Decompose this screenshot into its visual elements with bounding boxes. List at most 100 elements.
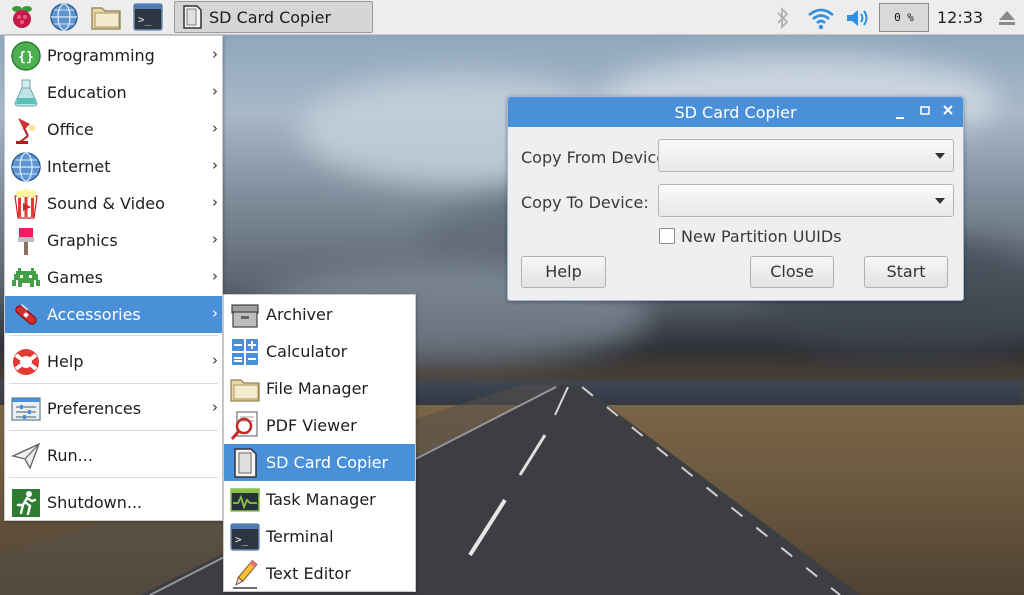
menu-separator bbox=[9, 383, 218, 384]
bluetooth-icon[interactable] bbox=[770, 0, 796, 35]
submenu-item-label: Calculator bbox=[266, 342, 348, 361]
web-browser-icon[interactable] bbox=[48, 1, 80, 33]
raspberry-menu-icon[interactable] bbox=[6, 1, 38, 33]
volume-icon[interactable] bbox=[843, 0, 873, 35]
menu-item-label: Games bbox=[47, 268, 103, 287]
new-partition-uuids-label[interactable]: New Partition UUIDs bbox=[681, 227, 842, 246]
menu-separator bbox=[9, 430, 218, 431]
chevron-right-icon: › bbox=[212, 267, 218, 285]
accessories-icon bbox=[15, 303, 37, 325]
submenu-item-file-manager[interactable]: File Manager bbox=[224, 370, 415, 407]
menu-item-label: Help bbox=[47, 352, 84, 371]
menu-item-office[interactable]: Office › bbox=[5, 111, 222, 148]
minimize-icon[interactable] bbox=[891, 106, 911, 126]
internet-icon bbox=[11, 152, 41, 182]
chevron-down-icon bbox=[935, 153, 945, 159]
application-menu: {} Programming › Education › Office › In… bbox=[4, 35, 223, 521]
menu-item-label: Sound & Video bbox=[47, 194, 165, 213]
terminal-icon: >_ bbox=[230, 523, 260, 551]
run-icon bbox=[11, 442, 41, 470]
help-button[interactable]: Help bbox=[521, 256, 606, 288]
task-button-label: SD Card Copier bbox=[209, 7, 332, 27]
menu-item-accessories[interactable]: Accessories › bbox=[5, 296, 222, 333]
submenu-item-archiver[interactable]: Archiver bbox=[224, 296, 415, 333]
menu-item-label: Internet bbox=[47, 157, 111, 176]
svg-text:>_: >_ bbox=[138, 13, 152, 26]
menu-separator bbox=[9, 335, 218, 336]
file-manager-icon[interactable] bbox=[90, 1, 122, 33]
chevron-down-icon bbox=[935, 198, 945, 204]
eject-icon[interactable] bbox=[994, 0, 1020, 35]
chevron-right-icon: › bbox=[212, 45, 218, 63]
terminal-icon[interactable]: >_ bbox=[132, 1, 164, 33]
start-button[interactable]: Start bbox=[864, 256, 948, 288]
archiver-icon bbox=[231, 304, 259, 328]
sd-card-icon bbox=[234, 448, 257, 478]
submenu-item-label: Terminal bbox=[266, 527, 334, 546]
menu-item-run[interactable]: Run... bbox=[5, 437, 222, 474]
menu-item-label: Accessories bbox=[47, 305, 141, 324]
copy-from-select[interactable] bbox=[658, 139, 954, 172]
copy-from-label: Copy From Device: bbox=[521, 148, 672, 167]
chevron-right-icon: › bbox=[212, 156, 218, 174]
submenu-item-sd-card-copier[interactable]: SD Card Copier bbox=[224, 444, 415, 481]
menu-item-graphics[interactable]: Graphics › bbox=[5, 222, 222, 259]
copy-to-select[interactable] bbox=[658, 184, 954, 217]
chevron-right-icon: › bbox=[212, 193, 218, 211]
text-editor-icon bbox=[233, 559, 258, 589]
submenu-item-label: Text Editor bbox=[266, 564, 351, 583]
menu-item-internet[interactable]: Internet › bbox=[5, 148, 222, 185]
games-icon bbox=[12, 268, 40, 287]
task-button-sd-card-copier[interactable]: SD Card Copier bbox=[174, 1, 373, 33]
new-partition-uuids-checkbox[interactable] bbox=[659, 228, 675, 244]
education-icon bbox=[14, 79, 38, 107]
submenu-item-label: PDF Viewer bbox=[266, 416, 357, 435]
menu-item-preferences[interactable]: Preferences › bbox=[5, 390, 222, 427]
svg-text:>_: >_ bbox=[235, 533, 249, 546]
menu-item-label: Programming bbox=[47, 46, 155, 65]
pdf-viewer-icon bbox=[230, 411, 258, 440]
file-manager-icon bbox=[230, 379, 260, 402]
chevron-right-icon: › bbox=[212, 119, 218, 137]
clock[interactable]: 12:33 bbox=[937, 0, 983, 35]
svg-text:{}: {} bbox=[18, 50, 34, 65]
sd-card-copier-dialog: SD Card Copier Copy From Device: Copy To… bbox=[507, 96, 964, 301]
accessories-submenu: Archiver Calculator File Manager PDF Vie… bbox=[223, 294, 416, 592]
submenu-item-terminal[interactable]: >_ Terminal bbox=[224, 518, 415, 555]
menu-item-games[interactable]: Games › bbox=[5, 259, 222, 296]
cpu-usage-monitor[interactable]: 0 % bbox=[879, 3, 929, 32]
submenu-item-text-editor[interactable]: Text Editor bbox=[224, 555, 415, 592]
maximize-icon[interactable] bbox=[915, 102, 935, 122]
submenu-item-calculator[interactable]: Calculator bbox=[224, 333, 415, 370]
menu-item-label: Shutdown... bbox=[47, 493, 143, 512]
chevron-right-icon: › bbox=[212, 82, 218, 100]
chevron-right-icon: › bbox=[212, 398, 218, 416]
menu-item-label: Preferences bbox=[47, 399, 142, 418]
chevron-right-icon: › bbox=[212, 230, 218, 248]
programming-icon: {} bbox=[11, 41, 41, 71]
menu-item-sound-video[interactable]: Sound & Video › bbox=[5, 185, 222, 222]
menu-item-label: Graphics bbox=[47, 231, 118, 250]
top-panel: >_ SD Card Copier 0 % 12:33 bbox=[0, 0, 1024, 35]
preferences-icon bbox=[11, 397, 41, 421]
chevron-right-icon: › bbox=[212, 304, 218, 322]
task-manager-icon bbox=[230, 488, 260, 512]
menu-item-label: Run... bbox=[47, 446, 93, 465]
office-icon bbox=[16, 118, 35, 144]
menu-item-help[interactable]: Help › bbox=[5, 343, 222, 380]
menu-item-programming[interactable]: {} Programming › bbox=[5, 37, 222, 74]
dialog-titlebar[interactable]: SD Card Copier bbox=[508, 97, 963, 127]
close-button[interactable]: Close bbox=[750, 256, 834, 288]
wifi-icon[interactable] bbox=[805, 0, 837, 35]
help-icon bbox=[13, 349, 39, 375]
graphics-icon bbox=[18, 228, 34, 255]
menu-item-education[interactable]: Education › bbox=[5, 74, 222, 111]
submenu-item-task-manager[interactable]: Task Manager bbox=[224, 481, 415, 518]
close-icon[interactable] bbox=[938, 102, 958, 122]
menu-item-shutdown[interactable]: Shutdown... bbox=[5, 484, 222, 521]
submenu-item-label: Task Manager bbox=[266, 490, 376, 509]
submenu-item-pdf-viewer[interactable]: PDF Viewer bbox=[224, 407, 415, 444]
menu-item-label: Office bbox=[47, 120, 94, 139]
submenu-item-label: Archiver bbox=[266, 305, 333, 324]
chevron-right-icon: › bbox=[212, 351, 218, 369]
